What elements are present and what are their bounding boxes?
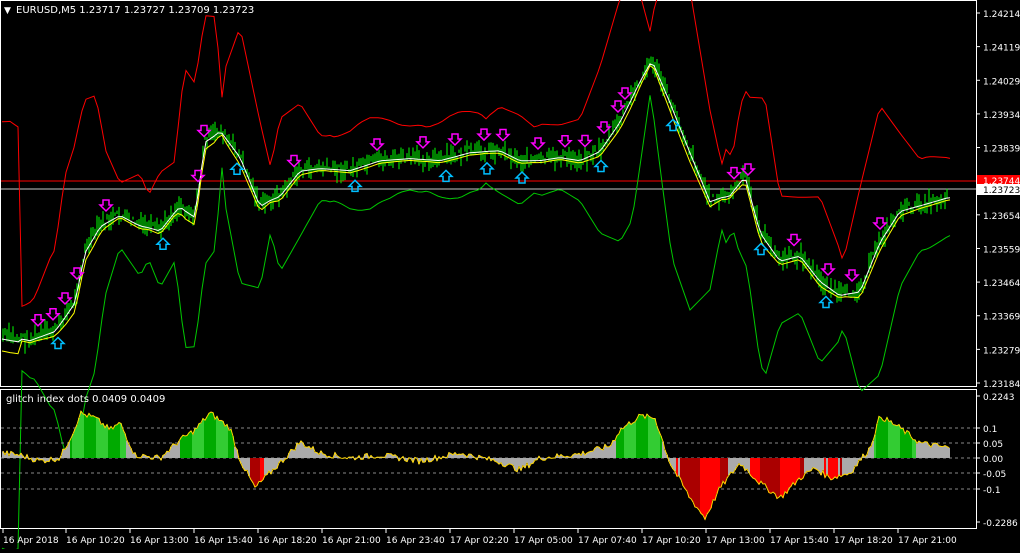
indicator-axis: 0.2243 0.1 0.05 0.00 -0.05 -0.1 -0.2286 — [976, 393, 1018, 529]
chart-title: EURUSD,M5 1.23717 1.23727 1.23709 1.2372… — [16, 5, 254, 16]
time-label: 16 Apr 15:40 — [194, 536, 253, 546]
price-label: 1.23559 — [983, 245, 1020, 255]
price-label: 1.23654 — [983, 212, 1020, 222]
price-label: 1.24119 — [983, 44, 1020, 54]
time-label: 16 Apr 23:40 — [386, 536, 445, 546]
price-label: 1.24214 — [983, 10, 1020, 20]
time-label: 17 Apr 13:00 — [706, 536, 765, 546]
time-label: 17 Apr 21:00 — [898, 536, 957, 546]
price-label: 1.23934 — [983, 111, 1020, 121]
time-label: 17 Apr 05:00 — [514, 536, 573, 546]
time-label: 17 Apr 07:40 — [578, 536, 637, 546]
price-label: 1.23464 — [983, 279, 1020, 289]
price-label: 1.23279 — [983, 346, 1020, 356]
indicator-title: glitch index dots 0.0409 0.0409 — [6, 394, 165, 405]
time-label: 16 Apr 10:20 — [66, 536, 125, 546]
indicator-level-label: -0.1 — [983, 486, 1001, 496]
indicator-level-label: 0.00 — [983, 455, 1003, 465]
current-price-label: 1.23723 — [983, 186, 1020, 196]
time-label: 16 Apr 18:20 — [258, 536, 317, 546]
indicator-level-label: 0.1 — [983, 425, 997, 435]
indicator-level-label: 0.2243 — [983, 393, 1015, 403]
time-axis: 16 Apr 2018 16 Apr 10:20 16 Apr 13:00 16 Ap… — [2, 529, 957, 546]
price-axis: 1.24214 1.24119 1.24029 1.23934 1.23839 1.237… — [976, 10, 1020, 390]
time-label: 17 Apr 02:20 — [450, 536, 509, 546]
indicator-level-label: -0.05 — [983, 470, 1006, 480]
price-label: 1.23839 — [983, 145, 1020, 155]
indicator-level-label: 0.05 — [983, 440, 1003, 450]
time-label: 16 Apr 2018 — [3, 536, 59, 546]
price-label: 1.24029 — [983, 77, 1020, 87]
time-label: 17 Apr 15:40 — [770, 536, 829, 546]
time-label: 16 Apr 13:00 — [130, 536, 189, 546]
time-label: 17 Apr 10:20 — [642, 536, 701, 546]
main-chart-panel[interactable] — [0, 0, 977, 387]
header-arrow-icon[interactable]: ▼ — [4, 6, 11, 16]
time-label: 16 Apr 21:00 — [322, 536, 381, 546]
trading-chart-window[interactable]: ▼ EURUSD,M5 1.23717 1.23727 1.23709 1.23… — [0, 0, 1020, 553]
price-label: 1.23184 — [983, 380, 1020, 390]
price-label: 1.23369 — [983, 313, 1020, 323]
time-label: 17 Apr 18:20 — [834, 536, 893, 546]
indicator-level-label: -0.2286 — [983, 519, 1018, 529]
